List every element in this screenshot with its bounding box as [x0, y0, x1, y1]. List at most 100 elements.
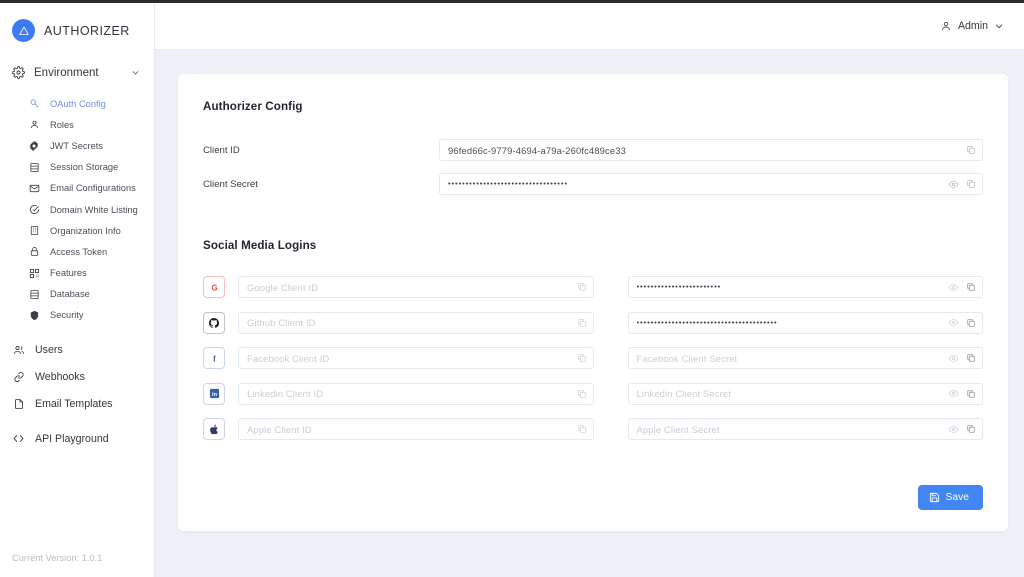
- copy-icon[interactable]: [966, 318, 976, 328]
- client-id-label: Client ID: [203, 144, 240, 156]
- github-client-secret-value: ••••••••••••••••••••••••••••••••••••••••: [636, 318, 778, 327]
- admin-menu[interactable]: Admin: [940, 20, 1004, 32]
- copy-icon[interactable]: [577, 318, 587, 328]
- eye-icon[interactable]: [948, 424, 959, 435]
- database-icon: [28, 288, 40, 300]
- eye-icon[interactable]: [948, 317, 959, 328]
- eye-icon[interactable]: [948, 282, 959, 293]
- client-secret-actions: [948, 174, 976, 194]
- facebook-client-secret-input[interactable]: Facebook Client Secret: [627, 347, 983, 369]
- social-row-apple: Apple Client ID Apple Client Secret: [203, 418, 983, 440]
- save-button[interactable]: Save: [917, 485, 983, 510]
- admin-label: Admin: [957, 20, 988, 32]
- sidebar-item-security[interactable]: Security: [0, 305, 154, 326]
- client-id-actions: [966, 140, 976, 160]
- sidebar-item-email-configurations[interactable]: Email Configurations: [0, 178, 154, 199]
- copy-icon[interactable]: [966, 145, 976, 155]
- copy-icon[interactable]: [966, 353, 976, 363]
- client-id-input[interactable]: 96fed66c-9779-4694-a79a-260fc489ce33: [439, 139, 983, 161]
- google-client-secret-value: ••••••••••••••••••••••••: [636, 283, 722, 291]
- google-icon[interactable]: G: [203, 276, 225, 298]
- client-secret-value: ••••••••••••••••••••••••••••••••••: [448, 180, 568, 188]
- brand: AUTHORIZER: [0, 3, 154, 58]
- github-client-secret-input[interactable]: ••••••••••••••••••••••••••••••••••••••••: [627, 311, 983, 334]
- sidebar-item-domain-white-listing[interactable]: Domain White Listing: [0, 199, 154, 220]
- sidebar-item-database[interactable]: Database: [0, 284, 154, 305]
- sidebar-item-label: Domain White Listing: [50, 204, 138, 215]
- social-row-linkedin: in Linkedin Client ID Linkedin Client Se…: [203, 382, 983, 405]
- sidebar-item-label: Email Configurations: [50, 183, 136, 194]
- sidebar-main-nav: Users Webhooks Email Templates API Playg…: [0, 340, 154, 448]
- config-fields: Client ID 96fed66c-9779-4694-a79a-260fc4…: [203, 139, 983, 195]
- copy-icon[interactable]: [577, 282, 587, 292]
- linkedin-client-secret-input[interactable]: Linkedin Client Secret: [627, 382, 983, 405]
- svg-text:G: G: [211, 283, 217, 292]
- linkedin-icon[interactable]: in: [203, 382, 225, 405]
- lock-icon: [28, 246, 40, 258]
- linkedin-client-secret-placeholder: Linkedin Client Secret: [636, 388, 731, 399]
- facebook-client-id-placeholder: Facebook Client ID: [247, 352, 330, 364]
- sidebar-item-webhooks[interactable]: Webhooks: [0, 367, 154, 386]
- svg-text:in: in: [212, 392, 218, 398]
- copy-icon[interactable]: [966, 424, 976, 434]
- sidebar-item-label: Database: [50, 289, 90, 300]
- config-card: Authorizer Config Client ID 96fed66c-977…: [178, 74, 1008, 531]
- svg-text:f: f: [213, 354, 216, 363]
- sidebar-item-label: Email Templates: [35, 397, 113, 410]
- sidebar-environment-label: Environment: [34, 66, 99, 79]
- github-client-id-placeholder: Github Client ID: [247, 317, 316, 328]
- sidebar-item-api-playground[interactable]: API Playground: [0, 429, 154, 448]
- client-secret-input[interactable]: ••••••••••••••••••••••••••••••••••: [439, 173, 983, 195]
- copy-icon[interactable]: [966, 389, 976, 399]
- sidebar-item-organization-info[interactable]: Organization Info: [0, 220, 154, 241]
- sidebar-item-roles[interactable]: Roles: [0, 114, 154, 135]
- client-id-value: 96fed66c-9779-4694-a79a-260fc489ce33: [448, 144, 626, 156]
- sidebar-item-label: Users: [35, 343, 63, 356]
- copy-icon[interactable]: [577, 424, 587, 434]
- config-section-title: Authorizer Config: [203, 100, 303, 113]
- eye-icon[interactable]: [948, 353, 959, 364]
- google-client-id-input[interactable]: Google Client ID: [238, 276, 594, 298]
- sidebar-item-jwt-secrets[interactable]: JWT Secrets: [0, 135, 154, 156]
- chevron-down-icon: [994, 21, 1004, 31]
- sidebar-item-features[interactable]: Features: [0, 263, 154, 284]
- sidebar-item-access-token[interactable]: Access Token: [0, 241, 154, 262]
- sidebar: AUTHORIZER Environment OAuth Config Role…: [0, 3, 155, 577]
- github-client-id-input[interactable]: Github Client ID: [238, 311, 594, 334]
- copy-icon[interactable]: [966, 179, 976, 189]
- eye-icon[interactable]: [948, 179, 959, 190]
- main-content: Authorizer Config Client ID 96fed66c-977…: [155, 50, 1024, 577]
- sidebar-item-users[interactable]: Users: [0, 340, 154, 359]
- social-providers-list: G Google Client ID •••••••••••••••••••••…: [203, 276, 983, 440]
- sidebar-item-label: Security: [50, 310, 84, 321]
- key-icon: [28, 98, 40, 110]
- facebook-client-id-input[interactable]: Facebook Client ID: [238, 347, 594, 369]
- facebook-icon[interactable]: f: [203, 347, 225, 369]
- sidebar-item-label: Organization Info: [50, 225, 121, 236]
- apple-client-secret-input[interactable]: Apple Client Secret: [627, 418, 983, 440]
- save-button-label: Save: [945, 492, 969, 503]
- github-icon[interactable]: [203, 311, 225, 334]
- sidebar-item-oauth-config[interactable]: OAuth Config: [0, 93, 154, 114]
- copy-icon[interactable]: [577, 353, 587, 363]
- sidebar-item-label: Session Storage: [50, 162, 119, 173]
- sidebar-item-email-templates[interactable]: Email Templates: [0, 394, 154, 413]
- person-icon: [940, 20, 952, 32]
- sidebar-item-label: JWT Secrets: [50, 140, 104, 151]
- apple-icon[interactable]: [203, 418, 225, 440]
- linkedin-client-id-input[interactable]: Linkedin Client ID: [238, 382, 594, 405]
- sidebar-item-session-storage[interactable]: Session Storage: [0, 157, 154, 178]
- eye-icon[interactable]: [948, 388, 959, 399]
- apple-client-id-input[interactable]: Apple Client ID: [238, 418, 594, 440]
- copy-icon[interactable]: [966, 282, 976, 292]
- google-client-secret-input[interactable]: ••••••••••••••••••••••••: [627, 276, 983, 298]
- social-section-title: Social Media Logins: [203, 239, 317, 252]
- sidebar-environment-group[interactable]: Environment: [0, 60, 154, 85]
- copy-icon[interactable]: [577, 389, 587, 399]
- sidebar-item-label: API Playground: [35, 432, 109, 445]
- code-icon: [12, 432, 25, 445]
- save-button-wrap: Save: [917, 485, 983, 510]
- brand-name: AUTHORIZER: [44, 23, 130, 38]
- facebook-client-secret-placeholder: Facebook Client Secret: [636, 352, 738, 364]
- grid-icon: [28, 267, 40, 279]
